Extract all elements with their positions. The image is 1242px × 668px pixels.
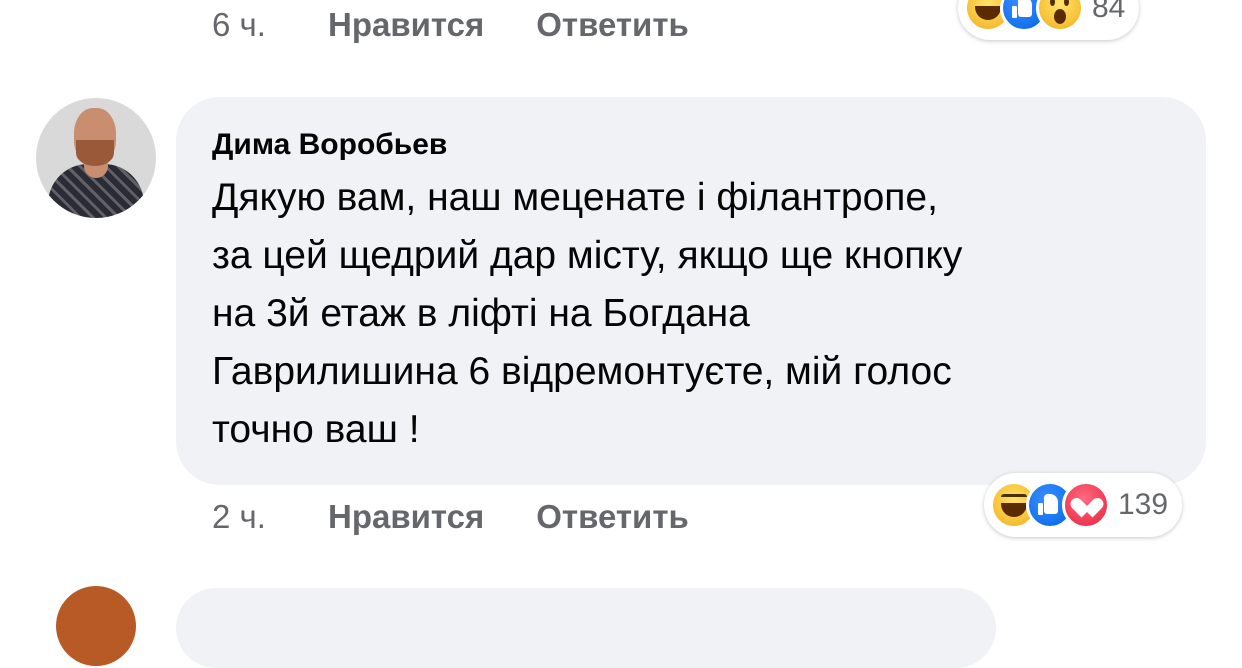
comment-author[interactable]: Дима Воробьев xyxy=(212,127,1176,163)
reaction-count: 84 xyxy=(1092,0,1126,24)
comment-line: на 3й етаж в ліфті на Богдана xyxy=(212,292,750,335)
comment-line: Гаврилишина 6 відремонтуєте, мій голос xyxy=(212,350,952,393)
like-link[interactable]: Нравится xyxy=(328,6,484,44)
wow-reaction-icon xyxy=(1036,0,1084,32)
next-comment-bubble xyxy=(176,588,996,668)
comment-actions: 2 ч. Нравится Ответить xyxy=(212,497,689,537)
love-reaction-icon xyxy=(1062,481,1110,529)
next-comment-avatar[interactable] xyxy=(56,586,136,666)
comment-text: Дякую вам, наш меценате і філантропе, за… xyxy=(212,169,1192,459)
comment-line: Дякую вам, наш меценате і філантропе, xyxy=(212,176,938,219)
reply-link[interactable]: Ответить xyxy=(536,6,689,44)
reactions-summary[interactable]: 84 xyxy=(958,0,1140,40)
reply-link[interactable]: Ответить xyxy=(536,498,689,536)
comment-line: за цей щедрий дар місту, якщо ще кнопку xyxy=(212,234,963,277)
comment-timestamp: 6 ч. xyxy=(212,6,266,43)
reactions-summary[interactable]: 139 xyxy=(984,473,1183,537)
author-avatar[interactable] xyxy=(36,98,156,218)
reaction-count: 139 xyxy=(1118,488,1169,521)
comment-bubble: Дима Воробьев Дякую вам, наш меценате і … xyxy=(176,97,1206,485)
comment-timestamp: 2 ч. xyxy=(212,498,266,535)
avatar-beard xyxy=(76,140,114,166)
previous-comment-actions: 6 ч. Нравится Ответить xyxy=(212,5,689,45)
comment-line: точно ваш ! xyxy=(212,408,420,451)
like-link[interactable]: Нравится xyxy=(328,498,484,536)
